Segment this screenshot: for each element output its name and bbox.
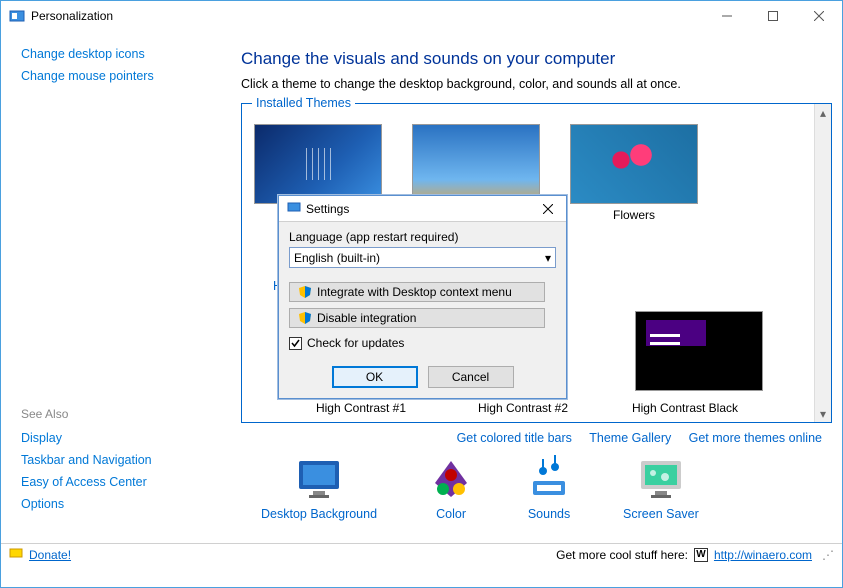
monitor-icon [295,455,343,503]
resize-grip-icon[interactable]: ⋰ [822,548,834,562]
theme-item[interactable]: Flowers [570,124,698,222]
winaero-icon: W [694,548,708,562]
shortcut-label: Sounds [528,507,570,521]
theme-links: Get colored title bars Theme Gallery Get… [241,423,832,445]
page-title: Change the visuals and sounds on your co… [241,49,832,69]
sidebar-link-taskbar[interactable]: Taskbar and Navigation [21,449,221,471]
chevron-down-icon: ▾ [545,251,551,265]
winaero-link[interactable]: http://winaero.com [714,548,812,562]
bottom-shortcuts: Desktop Background Color Sounds Screen S… [241,445,832,521]
theme-caption: High Contrast #1 [297,401,425,415]
titlebar: Personalization [1,1,842,31]
theme-thumbnail [570,124,698,204]
sidebar-link-options[interactable]: Options [21,493,221,515]
app-icon [9,8,25,24]
sidebar-link-mouse-pointers[interactable]: Change mouse pointers [21,65,221,87]
shortcut-sounds[interactable]: Sounds [525,455,573,521]
screensaver-icon [637,455,685,503]
dialog-title: Settings [306,202,534,216]
statusbar: Donate! Get more cool stuff here: W http… [1,543,842,565]
sidebar-link-display[interactable]: Display [21,427,221,449]
button-label: Disable integration [317,311,416,325]
language-label: Language (app restart required) [289,230,556,244]
disable-integration-button[interactable]: Disable integration [289,308,545,328]
theme-thumbnail [635,311,763,391]
shortcut-label: Screen Saver [623,507,699,521]
minimize-button[interactable] [704,1,750,31]
shortcut-screen-saver[interactable]: Screen Saver [623,455,699,521]
group-label-installed: Installed Themes [252,96,355,110]
donate-link[interactable]: Donate! [29,548,71,562]
shortcut-desktop-background[interactable]: Desktop Background [261,455,377,521]
theme-item-hc-black[interactable] [635,311,763,395]
ok-button[interactable]: OK [332,366,418,388]
shield-icon [298,311,312,325]
shield-icon [298,285,312,299]
button-label: Integrate with Desktop context menu [317,285,512,299]
dialog-close-button[interactable] [534,199,562,219]
link-get-themes-online[interactable]: Get more themes online [689,431,822,445]
settings-dialog: Settings Language (app restart required)… [278,195,567,399]
link-theme-gallery[interactable]: Theme Gallery [589,431,671,445]
checkbox-icon [289,337,302,350]
personalization-window: Personalization Change desktop icons Cha… [0,0,843,588]
theme-thumbnail [412,124,540,204]
donate-icon [9,546,23,563]
sidebar-link-ease-of-access[interactable]: Easy of Access Center [21,471,221,493]
maximize-button[interactable] [750,1,796,31]
combo-value: English (built-in) [294,251,380,265]
scroll-up-icon[interactable]: ▴ [815,104,831,121]
theme-caption: High Contrast #2 [459,401,587,415]
theme-caption: Flowers [613,208,655,222]
scroll-down-icon[interactable]: ▾ [815,405,831,422]
shortcut-label: Color [436,507,466,521]
theme-thumbnail [254,124,382,204]
close-button[interactable] [796,1,842,31]
sidebar-link-desktop-icons[interactable]: Change desktop icons [21,43,221,65]
paint-icon [427,455,475,503]
theme-caption: High Contrast Black [621,401,749,415]
cancel-button[interactable]: Cancel [428,366,514,388]
link-colored-title-bars[interactable]: Get colored title bars [457,431,572,445]
sounds-icon [525,455,573,503]
check-updates-row[interactable]: Check for updates [289,336,556,350]
status-text: Get more cool stuff here: [556,548,688,562]
shortcut-color[interactable]: Color [427,455,475,521]
scrollbar[interactable]: ▴ ▾ [814,104,831,422]
subtitle: Click a theme to change the desktop back… [241,77,832,91]
window-title: Personalization [31,9,704,23]
sidebar: Change desktop icons Change mouse pointe… [1,31,241,543]
shortcut-label: Desktop Background [261,507,377,521]
integrate-button[interactable]: Integrate with Desktop context menu [289,282,545,302]
dialog-titlebar: Settings [279,196,566,222]
language-combobox[interactable]: English (built-in) ▾ [289,247,556,268]
checkbox-label: Check for updates [307,336,404,350]
hc-captions: High Contrast #1 High Contrast #2 High C… [297,401,749,415]
settings-icon [287,200,301,217]
see-also-heading: See Also [21,407,221,421]
